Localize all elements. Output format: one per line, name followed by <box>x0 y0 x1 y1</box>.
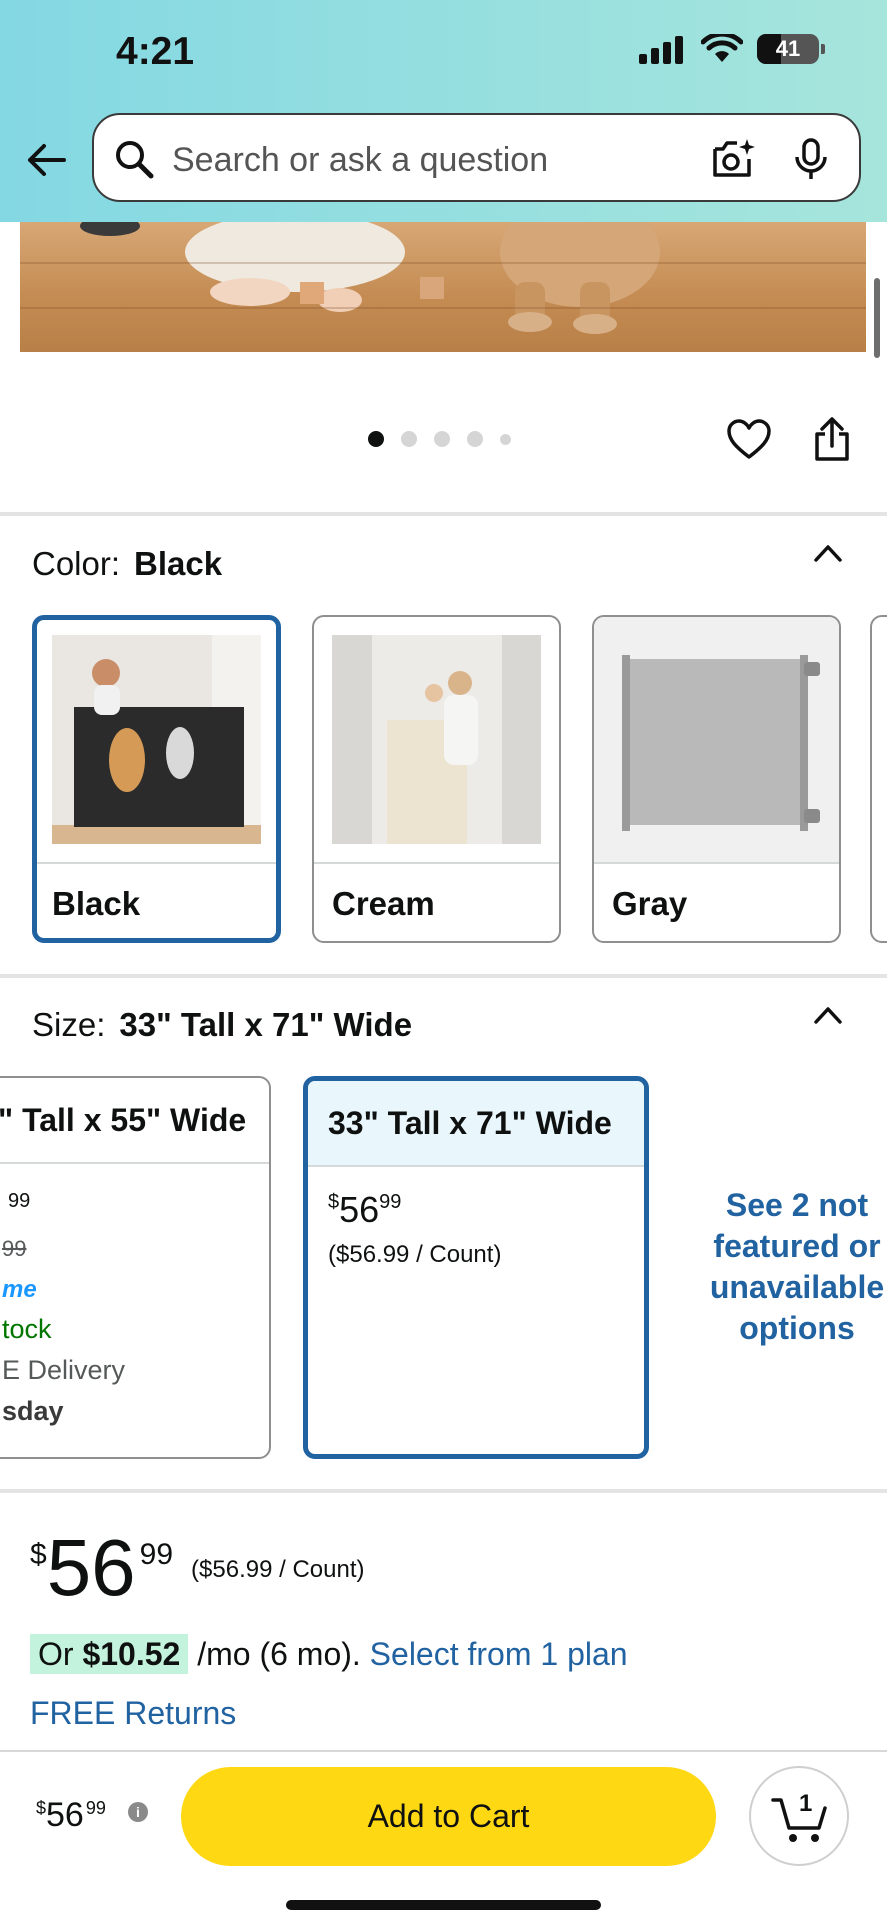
battery-icon: 41 <box>757 34 825 64</box>
delivery-text: E Delivery <box>2 1355 126 1385</box>
list-price: 99 <box>2 1236 27 1261</box>
unit-price: ($56.99 / Count) <box>191 1556 365 1583</box>
home-indicator[interactable] <box>286 1900 601 1910</box>
carousel-dot[interactable] <box>467 431 483 447</box>
cart-count: 1 <box>799 1790 813 1817</box>
scrollbar[interactable] <box>874 278 880 358</box>
status-icons: 41 <box>639 34 825 64</box>
add-to-cart-button[interactable]: Add to Cart <box>181 1767 716 1866</box>
size-option-unit-price: ($56.99 / Count) <box>328 1241 502 1268</box>
selected-color: Black <box>134 545 223 582</box>
cart-button[interactable]: 1 <box>749 1766 849 1866</box>
swatch-image <box>332 635 541 844</box>
back-arrow-icon[interactable] <box>24 138 68 182</box>
select-plan-link[interactable]: Select from 1 plan <box>370 1636 628 1672</box>
color-label: Color: Black <box>32 545 223 582</box>
free-returns-link[interactable]: FREE Returns <box>30 1695 236 1732</box>
battery-level: 41 <box>775 36 801 61</box>
carousel-dot[interactable] <box>401 431 417 447</box>
swatch-label: Black <box>52 885 141 922</box>
chevron-up-icon[interactable] <box>812 1002 844 1028</box>
swatch-image <box>52 635 261 844</box>
heart-icon[interactable] <box>726 418 772 460</box>
swatch-label: Cream <box>332 885 435 922</box>
divider <box>0 1489 887 1493</box>
search-input[interactable]: Search or ask a question <box>92 113 861 202</box>
wifi-icon <box>701 34 743 62</box>
product-photo-illustration <box>80 222 660 334</box>
product-image[interactable] <box>20 222 866 352</box>
carousel-dot-active[interactable] <box>368 431 384 447</box>
share-icon[interactable] <box>812 416 852 462</box>
size-option-title: 33" Tall x 71" Wide <box>308 1081 644 1165</box>
financing-offer: Or $10.52 /mo (6 mo). Select from 1 plan <box>30 1634 628 1674</box>
price-cents: 99 <box>8 1190 31 1212</box>
size-option-price: $5699 <box>328 1189 402 1230</box>
swatch-image <box>594 617 839 862</box>
divider <box>0 974 887 978</box>
divider <box>0 512 887 516</box>
swatch-label: Gray <box>612 885 688 922</box>
color-swatch-black[interactable]: Black <box>32 615 281 943</box>
stock-status: tock <box>2 1314 52 1344</box>
prime-badge: me <box>2 1276 37 1303</box>
carousel-dot[interactable] <box>434 431 450 447</box>
bottom-action-bar: $56 99 i Add to Cart 1 <box>0 1750 887 1920</box>
microphone-icon[interactable] <box>791 137 831 181</box>
color-swatch-cream[interactable]: Cream <box>312 615 561 943</box>
cellular-signal-icon <box>639 36 683 64</box>
search-placeholder: Search or ask a question <box>172 141 549 179</box>
top-header: 4:21 41 Search or ask a question <box>0 0 887 222</box>
search-icon <box>116 141 154 179</box>
size-option-title: " Tall x 55" Wide <box>0 1102 247 1138</box>
size-option-71-wide[interactable]: 33" Tall x 71" Wide $5699 ($56.99 / Coun… <box>303 1076 649 1459</box>
image-carousel-dots[interactable] <box>368 431 511 447</box>
size-label: Size: 33" Tall x 71" Wide <box>32 1006 413 1043</box>
see-more-options-link[interactable]: See 2 not featured or unavailable option… <box>672 1185 887 1349</box>
product-price: $ 56 99 ($56.99 / Count) <box>30 1523 365 1612</box>
carousel-dot[interactable] <box>500 433 511 445</box>
chevron-up-icon[interactable] <box>812 540 844 566</box>
monthly-payment-highlight: Or $10.52 <box>30 1634 189 1674</box>
color-swatch-partial[interactable] <box>870 615 887 943</box>
delivery-day: sday <box>2 1396 64 1426</box>
size-option-55-wide[interactable]: " Tall x 55" Wide 99 99 me tock E Delive… <box>0 1076 271 1459</box>
color-swatch-gray[interactable]: Gray <box>592 615 841 943</box>
info-icon[interactable]: i <box>128 1802 148 1822</box>
status-time: 4:21 <box>116 30 195 73</box>
camera-search-icon[interactable] <box>711 137 755 181</box>
selected-size: 33" Tall x 71" Wide <box>119 1006 413 1043</box>
bottom-price: $56 99 <box>36 1796 106 1834</box>
